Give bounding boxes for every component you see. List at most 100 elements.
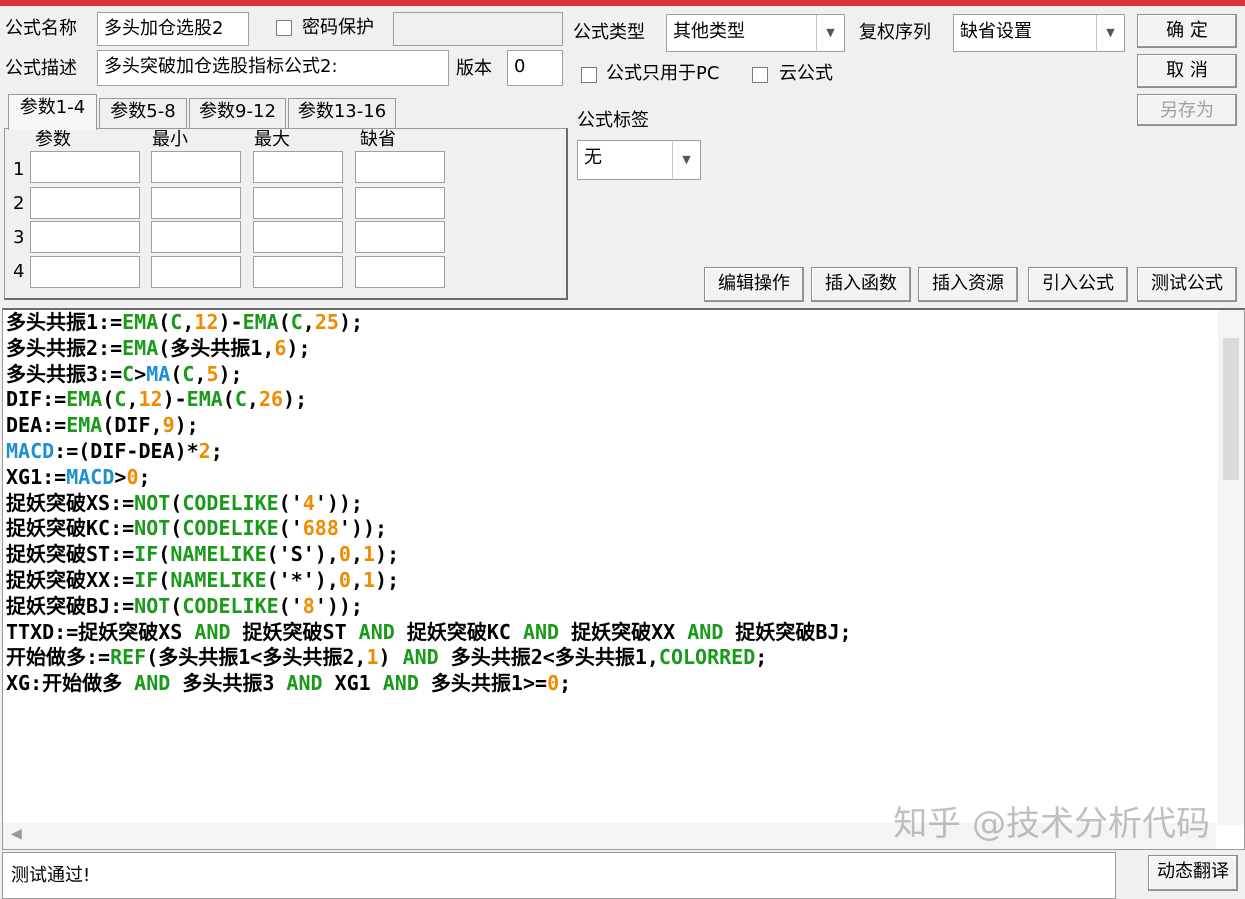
test-formula-button[interactable]: 测试公式 [1137,267,1237,302]
param-max-input[interactable] [253,151,343,183]
code-text: ( [170,490,183,515]
cloud-formula-checkbox[interactable] [752,67,768,83]
dynamic-translate-button[interactable]: 动态翻译 [1148,855,1238,891]
import-formula-button[interactable]: 引入公式 [1028,267,1128,302]
code-line[interactable]: 多头共振1:=EMA(C,12)-EMA(C,25); [6,310,852,336]
code-text: ( [102,387,115,412]
param-name-input[interactable] [30,187,140,219]
code-keyword: EMA [66,413,103,438]
code-text: ); [286,335,311,360]
param-max-input[interactable] [253,256,343,288]
param-min-input[interactable] [151,187,241,219]
pc-only-checkbox[interactable] [581,67,597,83]
code-number: 688 [302,516,339,541]
code-keyword: AND [358,619,395,644]
tab-params-13-16[interactable]: 参数13-16 [288,98,396,128]
code-keyword: EMA [122,310,159,334]
scroll-left-icon[interactable]: ◀ [11,826,22,842]
code-text: ( [222,387,235,412]
code-keyword: AND [522,619,560,644]
code-line[interactable]: 捉妖突破XS:=NOT(CODELIKE('4')); [6,491,852,517]
param-name-input[interactable] [30,221,140,253]
cancel-button[interactable]: 取 消 [1137,54,1237,88]
rights-series-select[interactable]: 缺省设置 ▼ [953,14,1125,52]
tab-params-5-8[interactable]: 参数5-8 [99,98,187,128]
vertical-scrollbar[interactable] [1218,310,1244,825]
code-keyword: CODELIKE [182,516,279,541]
formula-code-editor[interactable]: 多头共振1:=EMA(C,12)-EMA(C,25); 多头共振2:=EMA(多头… [2,308,1245,850]
password-protect-checkbox[interactable] [276,20,292,36]
code-line[interactable]: DEA:=EMA(DIF,9); [6,413,852,439]
version-input[interactable]: 0 [507,50,563,86]
formula-code[interactable]: 多头共振1:=EMA(C,12)-EMA(C,25); 多头共振2:=EMA(多头… [6,310,852,697]
insert-function-button[interactable]: 插入函数 [811,267,911,302]
code-text: , [350,542,363,567]
code-text: (' [278,490,303,515]
formula-tag-select[interactable]: 无 ▼ [577,140,701,180]
code-keyword: NAMELIKE [170,542,267,567]
param-max-input[interactable] [253,221,343,253]
chevron-down-icon[interactable]: ▼ [672,141,700,179]
code-text: ')); [314,490,363,515]
code-text: , [350,567,363,592]
code-line[interactable]: 捉妖突破BJ:=NOT(CODELIKE('8')); [6,594,852,620]
code-keyword: EMA [242,310,279,334]
vertical-scrollbar-thumb[interactable] [1223,338,1239,480]
code-text: 多头共振3 [170,671,287,696]
code-line[interactable]: 开始做多:=REF(多头共振1<多头共振2,1) AND 多头共振2<多头共振1… [6,645,852,671]
param-row-index: 1 [13,159,25,180]
code-line[interactable]: MACD:=(DIF-DEA)*2; [6,439,852,465]
ok-button[interactable]: 确 定 [1137,14,1237,48]
code-line[interactable]: 多头共振3:=C>MA(C,5); [6,362,852,388]
code-line[interactable]: XG1:=MACD>0; [6,465,852,491]
code-text: ) [378,645,403,670]
param-default-input[interactable] [355,256,445,288]
chevron-down-icon[interactable]: ▼ [816,15,844,51]
code-number: 6 [274,335,287,360]
code-number: 9 [162,413,175,438]
code-line[interactable]: DIF:=EMA(C,12)-EMA(C,26); [6,387,852,413]
code-line[interactable]: 捉妖突破KC:=NOT(CODELIKE('688')); [6,516,852,542]
code-line[interactable]: 捉妖突破ST:=IF(NAMELIKE('S'),0,1); [6,542,852,568]
code-line[interactable]: XG:开始做多 AND 多头共振3 AND XG1 AND 多头共振1>=0; [6,671,852,697]
param-name-input[interactable] [30,151,140,183]
param-max-input[interactable] [253,187,343,219]
insert-resource-button[interactable]: 插入资源 [918,267,1018,302]
code-number: 1 [362,567,376,592]
code-keyword: NOT [134,490,171,515]
code-keyword: C [122,361,135,386]
param-row-index: 4 [13,261,25,282]
param-min-input[interactable] [151,221,241,253]
code-number: 1 [366,645,379,670]
code-line[interactable]: 多头共振2:=EMA(多头共振1,6); [6,336,852,362]
param-header-name: 参数 [35,129,71,150]
param-row-index: 3 [13,227,25,248]
code-line[interactable]: TTXD:=捉妖突破XS AND 捉妖突破ST AND 捉妖突破KC AND 捉… [6,620,852,646]
code-keyword: AND [687,619,724,644]
param-header-max: 最大 [254,129,290,150]
code-keyword: C [182,361,195,386]
formula-type-label: 公式类型 [573,22,645,43]
formula-name-input[interactable]: 多头加仓选股2 [97,12,249,46]
chevron-down-icon[interactable]: ▼ [1096,15,1124,51]
code-line[interactable]: 捉妖突破XX:=IF(NAMELIKE('*'),0,1); [6,568,852,594]
param-default-input[interactable] [355,187,445,219]
formula-desc-input[interactable]: 多头突破加仓选股指标公式2: [97,50,449,86]
param-default-input[interactable] [355,151,445,183]
code-text: (多头共振1, [158,335,275,360]
save-as-button[interactable]: 另存为 [1137,94,1237,126]
code-text: ); [283,387,308,412]
param-name-input[interactable] [30,256,140,288]
code-keyword: AND [286,671,323,696]
param-min-input[interactable] [151,151,241,183]
code-number: 1 [362,542,376,567]
watermark: 知乎 @技术分析代码 [893,804,1210,844]
code-text: XG1:= [6,464,67,489]
edit-operations-button[interactable]: 编辑操作 [704,267,804,302]
tab-params-1-4[interactable]: 参数1-4 [8,94,97,130]
formula-type-select[interactable]: 其他类型 ▼ [666,14,845,52]
param-default-input[interactable] [355,221,445,253]
code-keyword: AND [402,645,439,670]
param-min-input[interactable] [151,256,241,288]
tab-params-9-12[interactable]: 参数9-12 [189,98,286,128]
